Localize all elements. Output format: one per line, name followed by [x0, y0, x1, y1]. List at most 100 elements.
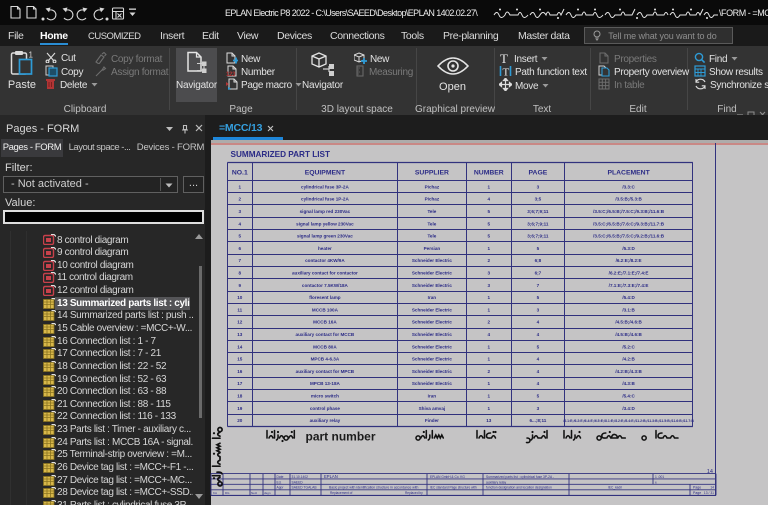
svg-text:Summarized parts list : cylind: Summarized parts list : cylindrical fuse…	[486, 475, 554, 479]
svg-text:heater: heater	[318, 246, 332, 251]
svg-text:2: 2	[488, 320, 491, 325]
svg-text:/5.3:D: /5.3:D	[622, 246, 635, 251]
svg-text:1: 1	[488, 184, 491, 189]
svg-text:1: 1	[488, 307, 491, 312]
svg-text:/3.5:C;/6.5:B;/7.5:C;/9.3:B;/1: /3.5:C;/6.5:B;/7.5:C;/9.3:B;/11.6:B	[593, 209, 665, 214]
svg-text:part number: part number	[306, 430, 376, 444]
svg-text:Pichaz: Pichaz	[425, 184, 440, 189]
svg-text:floresent lamp: floresent lamp	[309, 295, 341, 300]
svg-text:10: 10	[237, 295, 243, 300]
svg-text:Persian: Persian	[424, 246, 441, 251]
svg-text:Schneider Electric: Schneider Electric	[412, 283, 453, 288]
svg-text:/4.3:B: /4.3:B	[622, 381, 635, 386]
svg-text:PLACEMENT: PLACEMENT	[607, 170, 650, 177]
svg-text:13: 13	[237, 332, 243, 337]
svg-text:5: 5	[488, 234, 491, 239]
svg-text:4: 4	[537, 332, 540, 337]
svg-text:4: 4	[488, 197, 491, 202]
svg-text:4: 4	[239, 221, 242, 226]
svg-text:KA: KA	[213, 491, 217, 495]
svg-text:IEC standard Page structure wi: IEC standard Page structure with	[430, 486, 477, 490]
svg-text:4: 4	[488, 332, 491, 337]
svg-text:T: T	[503, 67, 510, 78]
svg-text:auxiliary contact for contacto: auxiliary contact for contactor	[292, 271, 358, 276]
svg-text:micro switch: micro switch	[311, 394, 339, 399]
svg-text:1: 1	[488, 357, 491, 362]
svg-text:Finder: Finder	[425, 418, 439, 423]
svg-text:15: 15	[237, 357, 243, 362]
svg-text:5: 5	[488, 209, 491, 214]
svg-text:11: 11	[237, 307, 242, 312]
svg-text:3: 3	[239, 209, 242, 214]
svg-text:123: 123	[226, 72, 236, 77]
svg-text:13 / 31: 13 / 31	[704, 491, 714, 495]
svg-text:Netz: Netz	[251, 491, 258, 495]
svg-text:13: 13	[486, 418, 492, 423]
svg-text:Schneider Electric: Schneider Electric	[412, 271, 453, 276]
svg-text:SUPPLIER: SUPPLIER	[415, 170, 449, 177]
svg-text:12: 12	[237, 320, 243, 325]
svg-text:1: 1	[488, 295, 491, 300]
svg-text:5: 5	[488, 221, 491, 226]
svg-text:17: 17	[237, 381, 243, 386]
svg-text:3: 3	[537, 307, 540, 312]
svg-text:5: 5	[537, 394, 540, 399]
svg-text:MCCB 16A: MCCB 16A	[313, 320, 337, 325]
svg-text:2: 2	[239, 197, 242, 202]
svg-text:Tele: Tele	[427, 221, 436, 226]
svg-text:8: 8	[239, 271, 242, 276]
svg-text:14: 14	[707, 469, 713, 475]
svg-text:Schneider Electric: Schneider Electric	[412, 307, 453, 312]
svg-text:1: 1	[488, 394, 491, 399]
svg-text:31.10.1402: 31.10.1402	[292, 475, 309, 479]
svg-text:/6.2:E;/7.1:E;/7.4:E: /6.2:E;/7.1:E;/7.4:E	[609, 271, 649, 276]
svg-text:1: 1	[29, 51, 34, 60]
svg-text:/7.1:E;/7.3:E;/7.4:E: /7.1:E;/7.3:E;/7.4:E	[609, 283, 649, 288]
svg-text:PAGE: PAGE	[529, 170, 548, 177]
svg-text:/3.5:B;/5.3:B: /3.5:B;/5.3:B	[615, 197, 642, 202]
svg-text:Schneider Electric: Schneider Electric	[412, 332, 453, 337]
svg-text:3;6;7;9;11: 3;6;7;9;11	[527, 221, 549, 226]
svg-text:EQUIPMENT: EQUIPMENT	[305, 170, 346, 177]
svg-text:4: 4	[537, 369, 540, 374]
svg-text:/4.5:B;/4.6:B: /4.5:B;/4.6:B	[615, 332, 642, 337]
svg-text:contactor 7.5KW/18A: contactor 7.5KW/18A	[302, 283, 349, 288]
svg-text:Pichaz: Pichaz	[425, 197, 440, 202]
svg-text:/5.4:D: /5.4:D	[622, 295, 635, 300]
svg-text:auxiliary contact for MPCB: auxiliary contact for MPCB	[296, 369, 355, 374]
svg-text:Ed.: Ed.	[277, 480, 282, 484]
svg-text:6;7: 6;7	[535, 271, 542, 276]
svg-text:4: 4	[537, 357, 540, 362]
svg-text:Appr: Appr	[277, 486, 285, 490]
svg-text:NUMBER: NUMBER	[474, 170, 504, 177]
svg-text:Schneider Electric: Schneider Electric	[412, 357, 453, 362]
svg-text:Shiva amvaj: Shiva amvaj	[419, 406, 446, 411]
svg-text:NO.1: NO.1	[232, 170, 248, 177]
svg-text:/5.4:C: /5.4:C	[622, 394, 635, 399]
svg-text:5: 5	[537, 344, 540, 349]
svg-text:IEC_kadri: IEC_kadri	[608, 486, 622, 490]
svg-text:\FORM - =MC: \FORM - =MC	[719, 8, 768, 18]
svg-text:3: 3	[537, 406, 540, 411]
svg-text:4: 4	[537, 320, 540, 325]
svg-text:MPCB 4-6.3A: MPCB 4-6.3A	[311, 357, 340, 362]
svg-text:/5.2:C: /5.2:C	[622, 344, 635, 349]
svg-text:Page: Page	[693, 491, 701, 495]
svg-text:Tele: Tele	[427, 234, 436, 239]
svg-text:SAEED TGALAB: SAEED TGALAB	[292, 486, 318, 490]
svg-text:9: 9	[239, 283, 242, 288]
svg-text:5: 5	[239, 234, 242, 239]
svg-text:3;5: 3;5	[535, 197, 542, 202]
svg-text:cylindrical fuse 3P-2A: cylindrical fuse 3P-2A	[301, 184, 349, 189]
svg-text:18: 18	[237, 394, 243, 399]
svg-text:/3.4:D: /3.4:D	[622, 406, 635, 411]
svg-text:/3.3:C: /3.3:C	[622, 184, 635, 189]
svg-text:Schneider Electric: Schneider Electric	[412, 381, 453, 386]
svg-text:cylindrical fuse 1P-2A: cylindrical fuse 1P-2A	[301, 197, 349, 202]
svg-text:Schneider Electric: Schneider Electric	[412, 320, 453, 325]
svg-text:5: 5	[537, 246, 540, 251]
svg-text:dsgn: dsgn	[264, 491, 271, 495]
svg-text:auxiliary relay: auxiliary relay	[486, 480, 507, 484]
svg-text:Iran: Iran	[428, 295, 437, 300]
svg-text:MPCB 13-18A: MPCB 13-18A	[310, 381, 341, 386]
